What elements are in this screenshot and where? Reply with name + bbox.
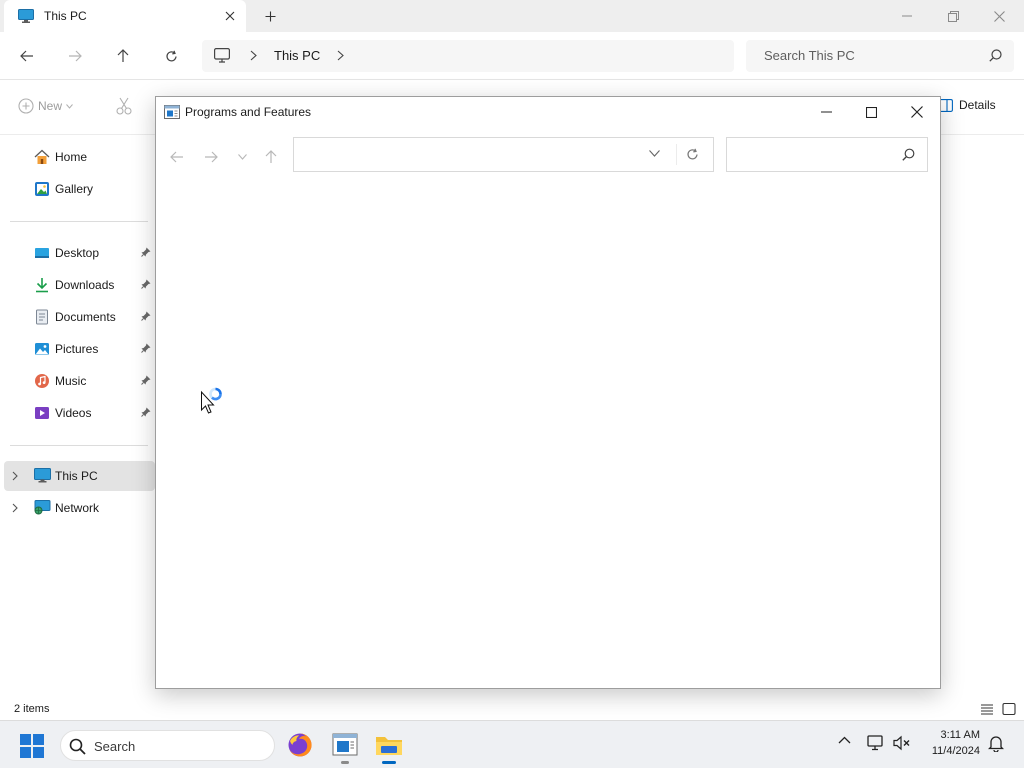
programs-and-features-window: Programs and Features (155, 96, 941, 689)
downloads-icon (34, 277, 50, 293)
chevron-right-icon[interactable] (12, 503, 18, 513)
sidebar-item-network[interactable]: Network (0, 493, 155, 523)
chevron-right-icon[interactable] (337, 50, 344, 61)
network-status-icon[interactable] (867, 735, 885, 751)
details-pane-button[interactable]: Details (938, 98, 996, 112)
sidebar-item-videos[interactable]: Videos (0, 398, 155, 428)
windows-start-icon[interactable] (20, 734, 44, 758)
new-label: New (38, 99, 63, 113)
sidebar-item-pictures[interactable]: Pictures (0, 334, 155, 364)
refresh-icon[interactable] (160, 46, 182, 66)
address-divider (676, 144, 677, 165)
sidebar-item-documents[interactable]: Documents (0, 302, 155, 332)
tab-this-pc[interactable]: This PC (4, 0, 246, 32)
pin-icon[interactable] (141, 375, 151, 385)
refresh-icon[interactable] (686, 148, 699, 161)
forward-arrow-icon[interactable] (64, 46, 86, 66)
pin-icon[interactable] (141, 343, 151, 353)
back-arrow-icon[interactable] (168, 149, 186, 165)
app-active-indicator (382, 761, 396, 764)
tab-title: This PC (44, 9, 87, 23)
home-icon (34, 149, 50, 165)
close-window-button[interactable] (894, 97, 940, 127)
programs-and-features-icon[interactable] (331, 731, 359, 759)
item-count: 2 items (14, 703, 50, 715)
up-arrow-icon[interactable] (262, 149, 280, 165)
taskbar: Search 3:11 AM 11/4/2024 (0, 720, 1024, 768)
pin-icon[interactable] (141, 247, 151, 257)
search-placeholder: Search This PC (764, 48, 855, 63)
dialog-search-input[interactable] (726, 137, 928, 172)
notification-bell-icon[interactable] (988, 735, 1004, 752)
taskbar-search-box[interactable]: Search (60, 730, 275, 761)
details-view-icon[interactable] (980, 702, 994, 716)
large-icons-view-icon[interactable] (1002, 702, 1016, 716)
chevron-down-icon (66, 103, 73, 109)
app-running-indicator (341, 761, 349, 764)
forward-arrow-icon[interactable] (202, 149, 220, 165)
clock-time[interactable]: 3:11 AM (918, 729, 980, 741)
navigation-pane: Home Gallery Desktop Downloads Documents… (0, 136, 155, 696)
programs-and-features-icon (164, 105, 180, 119)
show-hidden-icons-chevron-icon[interactable] (838, 736, 851, 744)
pictures-icon (34, 341, 50, 357)
this-pc-icon (18, 9, 34, 23)
documents-icon (34, 309, 50, 325)
firefox-icon[interactable] (286, 731, 314, 759)
address-bar[interactable]: This PC (202, 40, 734, 72)
chevron-right-icon[interactable] (12, 471, 18, 481)
dialog-address-bar[interactable] (293, 137, 714, 172)
network-icon (34, 500, 51, 515)
this-pc-icon (34, 468, 51, 483)
search-icon (69, 738, 86, 755)
explorer-title-bar: This PC (0, 0, 1024, 32)
chevron-down-icon[interactable] (649, 150, 660, 157)
chevron-right-icon[interactable] (250, 50, 257, 61)
sidebar-item-downloads[interactable]: Downloads (0, 270, 155, 300)
busy-cursor-icon (200, 386, 226, 414)
sidebar-divider (10, 445, 148, 446)
videos-icon (34, 405, 50, 421)
music-icon (34, 373, 50, 389)
dialog-title: Programs and Features (185, 105, 312, 119)
taskbar-search-placeholder: Search (94, 739, 136, 754)
new-tab-icon[interactable] (260, 7, 280, 25)
sidebar-item-desktop[interactable]: Desktop (0, 238, 155, 268)
breadcrumb-this-pc[interactable]: This PC (274, 48, 320, 63)
explorer-status-bar: 2 items (0, 698, 1024, 720)
gallery-icon (34, 181, 50, 197)
sidebar-item-this-pc[interactable]: This PC (4, 461, 155, 491)
explorer-nav-bar: This PC Search This PC (0, 32, 1024, 80)
dialog-title-bar[interactable]: Programs and Features (156, 97, 940, 127)
file-explorer-icon[interactable] (375, 731, 403, 759)
sidebar-item-home[interactable]: Home (0, 142, 155, 172)
search-icon (989, 49, 1002, 62)
details-label: Details (959, 98, 996, 112)
clock-date[interactable]: 11/4/2024 (918, 745, 980, 757)
close-window-button[interactable] (976, 0, 1022, 32)
maximize-button[interactable] (848, 97, 894, 127)
restore-button[interactable] (930, 0, 976, 32)
volume-muted-icon[interactable] (893, 735, 911, 751)
pin-icon[interactable] (141, 407, 151, 417)
new-button[interactable]: New (18, 98, 73, 114)
minimize-button[interactable] (803, 97, 849, 127)
up-arrow-icon[interactable] (112, 46, 134, 66)
sidebar-item-gallery[interactable]: Gallery (0, 174, 155, 204)
back-arrow-icon[interactable] (16, 46, 38, 66)
monitor-icon (214, 48, 230, 63)
minimize-button[interactable] (884, 0, 930, 32)
sidebar-item-music[interactable]: Music (0, 366, 155, 396)
pin-icon[interactable] (141, 279, 151, 289)
explorer-search-input[interactable]: Search This PC (746, 40, 1014, 72)
search-icon (902, 148, 915, 161)
plus-circle-icon (18, 98, 34, 114)
pin-icon[interactable] (141, 311, 151, 321)
recent-locations-chevron-icon[interactable] (233, 149, 251, 165)
sidebar-divider (10, 221, 148, 222)
close-tab-icon[interactable] (220, 7, 240, 25)
cut-icon[interactable] (116, 97, 132, 115)
desktop-icon (34, 245, 50, 261)
